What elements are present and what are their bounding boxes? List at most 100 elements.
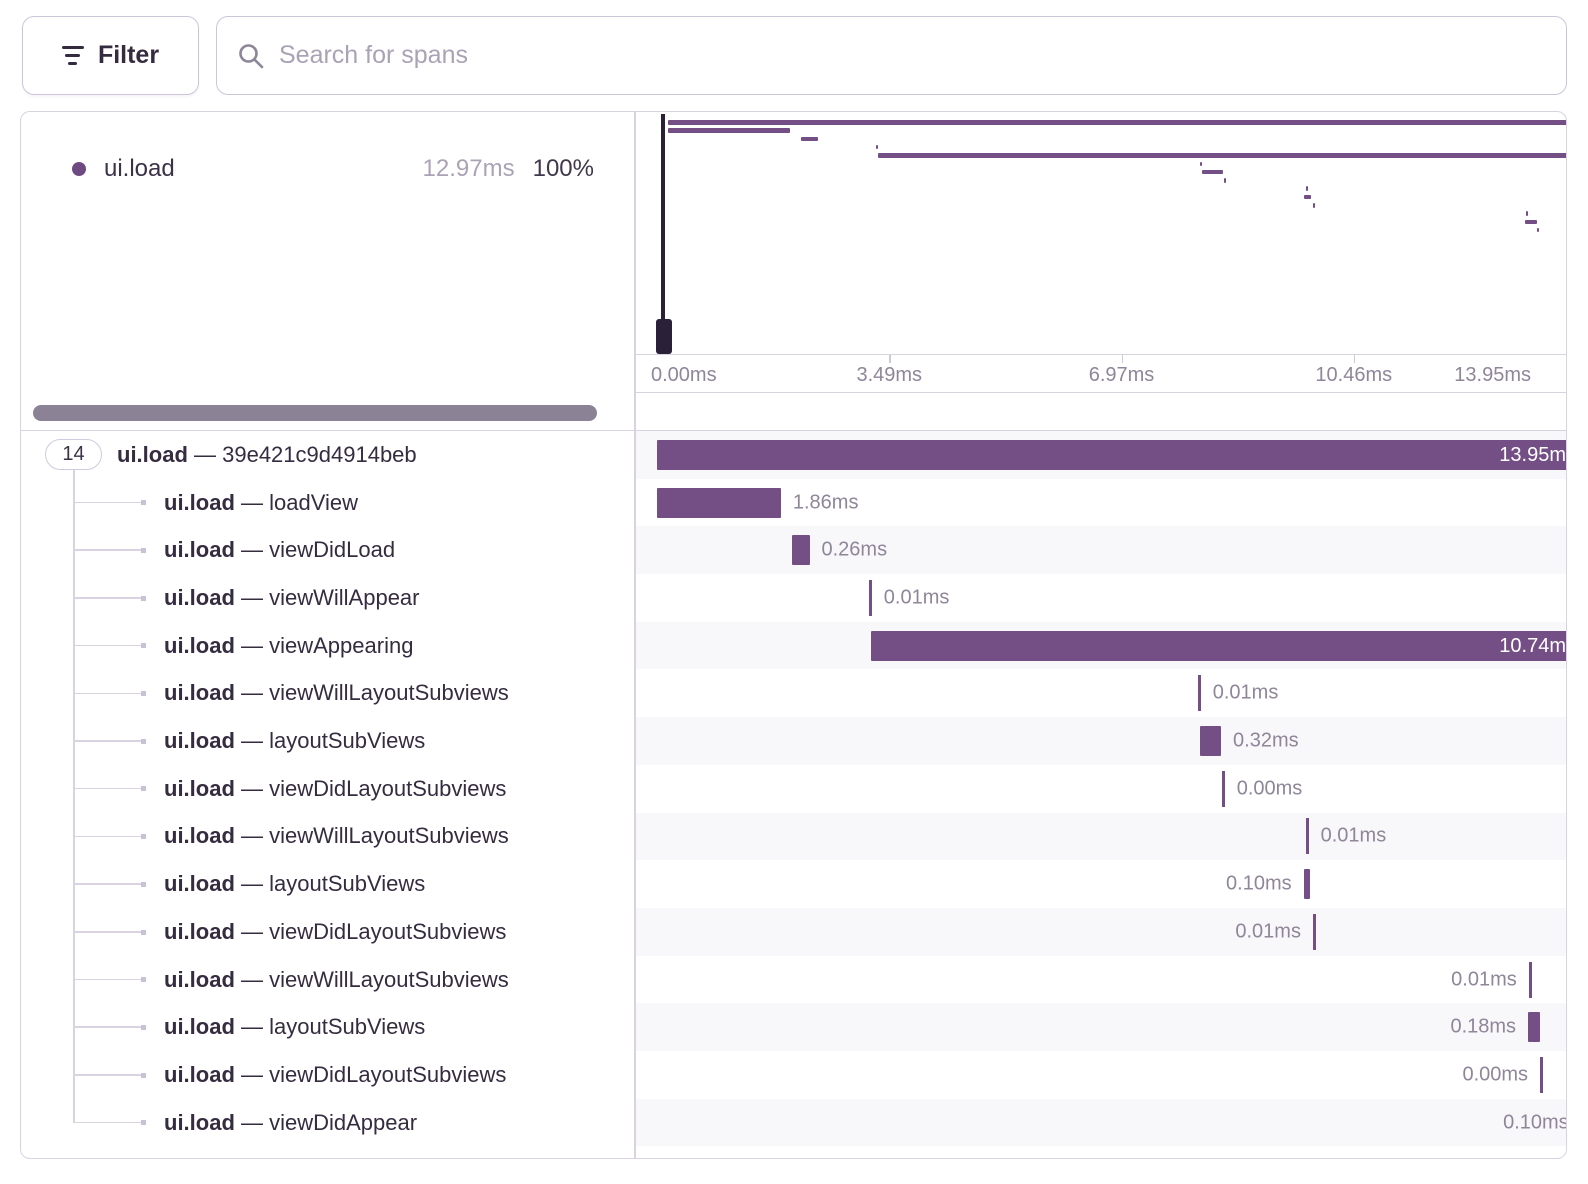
tree-connector-dot [141,548,146,553]
span-duration-bar[interactable] [1200,726,1221,756]
tree-connector-dot [141,500,146,505]
span-tree-row[interactable]: ui.load — viewWillLayoutSubviews [21,813,635,861]
span-duration-bar[interactable] [657,488,781,518]
search-input[interactable] [279,41,1546,70]
tree-connector-branch [73,645,141,647]
span-waterfall-row[interactable]: 0.01ms [635,670,1567,718]
span-duration-bar[interactable] [1222,771,1225,807]
minimap-span-bar [1313,203,1315,208]
span-tree-row[interactable]: ui.load — loadView [21,479,635,527]
minimap-span-bar [1537,228,1539,233]
span-waterfall-row[interactable]: 10.74ms [635,622,1567,670]
span-tree-row[interactable]: ui.load — layoutSubViews [21,1003,635,1051]
axis-tick-label: 3.49ms [856,364,922,387]
span-duration-label: 0.00ms [1237,777,1303,800]
span-duration-bar[interactable] [869,580,872,616]
span-tree-row[interactable]: ui.load — viewWillLayoutSubviews [21,956,635,1004]
span-duration-label: 0.00ms [1462,1063,1528,1086]
span-waterfall-row[interactable]: 0.00ms [635,1051,1567,1099]
span-waterfall-row[interactable]: 0.01ms [635,813,1567,861]
minimap-viewport-grip-left[interactable] [656,319,672,354]
span-duration-bar[interactable] [1313,914,1316,950]
span-tree-row[interactable]: ui.load — layoutSubViews [21,860,635,908]
span-duration-label: 0.26ms [822,539,888,562]
span-tree-row[interactable]: ui.load — viewWillAppear [21,574,635,622]
axis-tick-label: 0.00ms [651,364,717,387]
span-waterfall-row[interactable]: 0.00ms [635,765,1567,813]
span-duration-label: 0.01ms [884,586,950,609]
filter-button-label: Filter [98,41,159,70]
span-duration-bar[interactable] [1304,869,1311,899]
axis-tick-label: 10.46ms [1315,364,1392,387]
span-children-count-badge[interactable]: 14 [45,439,102,470]
span-tree-row[interactable]: ui.load — viewDidLayoutSubviews [21,908,635,956]
tree-connector-branch [73,502,141,504]
filter-button[interactable]: Filter [22,16,199,95]
search-icon [237,42,265,70]
span-waterfall-row[interactable]: 0.10ms [635,860,1567,908]
span-duration-bar[interactable] [792,535,809,565]
span-op: ui.load [164,967,235,992]
span-duration-label: 1.86ms [793,491,859,514]
span-duration-label: 0.18ms [1450,1016,1516,1039]
span-duration-label: 0.01ms [1235,920,1301,943]
legend-item-ui-load[interactable]: ui.load 12.97ms 100% [21,154,635,184]
span-duration-bar[interactable] [1306,818,1309,854]
span-tree-panel: 14 ui.load — 39e421c9d4914beb ui.load — lo… [21,431,635,1147]
span-op: ui.load [164,823,235,848]
span-duration-label: 10.74ms [871,631,1567,661]
minimap-span-bar [668,128,790,133]
span-label: ui.load — viewDidAppear [164,1110,417,1136]
span-tree-row[interactable]: ui.load — viewWillLayoutSubviews [21,670,635,718]
tree-connector-branch [73,979,141,981]
tree-connector-branch [73,836,141,838]
legend-op-label: ui.load [104,155,175,183]
span-op: ui.load [164,1062,235,1087]
panel-divider[interactable] [634,112,636,1159]
span-label: ui.load — viewWillLayoutSubviews [164,967,509,993]
span-label: ui.load — viewDidLayoutSubviews [164,776,506,802]
span-tree-row[interactable]: ui.load — layoutSubViews [21,717,635,765]
tree-connector-dot [141,643,146,648]
axis-tick [889,355,891,363]
span-label: ui.load — layoutSubViews [164,728,425,754]
span-duration-bar[interactable] [1540,1057,1543,1093]
span-tree-row[interactable]: ui.load — viewDidLayoutSubviews [21,765,635,813]
span-waterfall-row[interactable]: 0.01ms [635,574,1567,622]
axis-tick-label: 6.97ms [1089,364,1155,387]
minimap-span-bar [1224,178,1226,183]
span-tree-row[interactable]: ui.load — viewAppearing [21,622,635,670]
trace-minimap[interactable] [635,112,1567,354]
legend-percent: 100% [533,155,594,183]
tree-connector-branch [73,788,141,790]
span-waterfall-row[interactable]: 0.26ms [635,526,1567,574]
span-waterfall-row[interactable]: 0.10ms [635,1099,1567,1147]
minimap-span-bar [878,153,1567,158]
span-tree-row[interactable]: 14 ui.load — 39e421c9d4914beb [21,431,635,479]
span-search-box[interactable] [216,16,1567,95]
span-waterfall-row[interactable]: 0.01ms [635,908,1567,956]
axis-tick [1354,355,1356,363]
scrollbar-thumb[interactable] [33,405,597,421]
span-op: ui.load [164,490,235,515]
minimap-viewport-handle-left[interactable] [661,114,665,354]
span-label: ui.load — 39e421c9d4914beb [117,442,417,468]
span-waterfall-row[interactable]: 0.32ms [635,717,1567,765]
tree-connector-dot [141,596,146,601]
span-tree-row[interactable]: ui.load — viewDidAppear [21,1099,635,1147]
span-duration-bar[interactable] [1528,1012,1540,1042]
span-waterfall-row[interactable]: 0.01ms [635,956,1567,1004]
span-label: ui.load — viewWillLayoutSubviews [164,823,509,849]
span-op: ui.load [164,537,235,562]
span-waterfall-row[interactable]: 0.18ms [635,1003,1567,1051]
span-op: ui.load [164,919,235,944]
span-op: ui.load [117,442,188,467]
span-duration-bar[interactable] [1198,675,1201,711]
scrollbar-track[interactable] [21,396,1567,431]
span-tree-row[interactable]: ui.load — viewDidLayoutSubviews [21,1051,635,1099]
span-tree-row[interactable]: ui.load — viewDidLoad [21,526,635,574]
span-duration-bar[interactable] [1529,962,1532,998]
span-waterfall-row[interactable]: 13.95ms [635,431,1567,479]
span-waterfall-row[interactable]: 1.86ms [635,479,1567,527]
minimap-span-bar [1525,220,1537,225]
